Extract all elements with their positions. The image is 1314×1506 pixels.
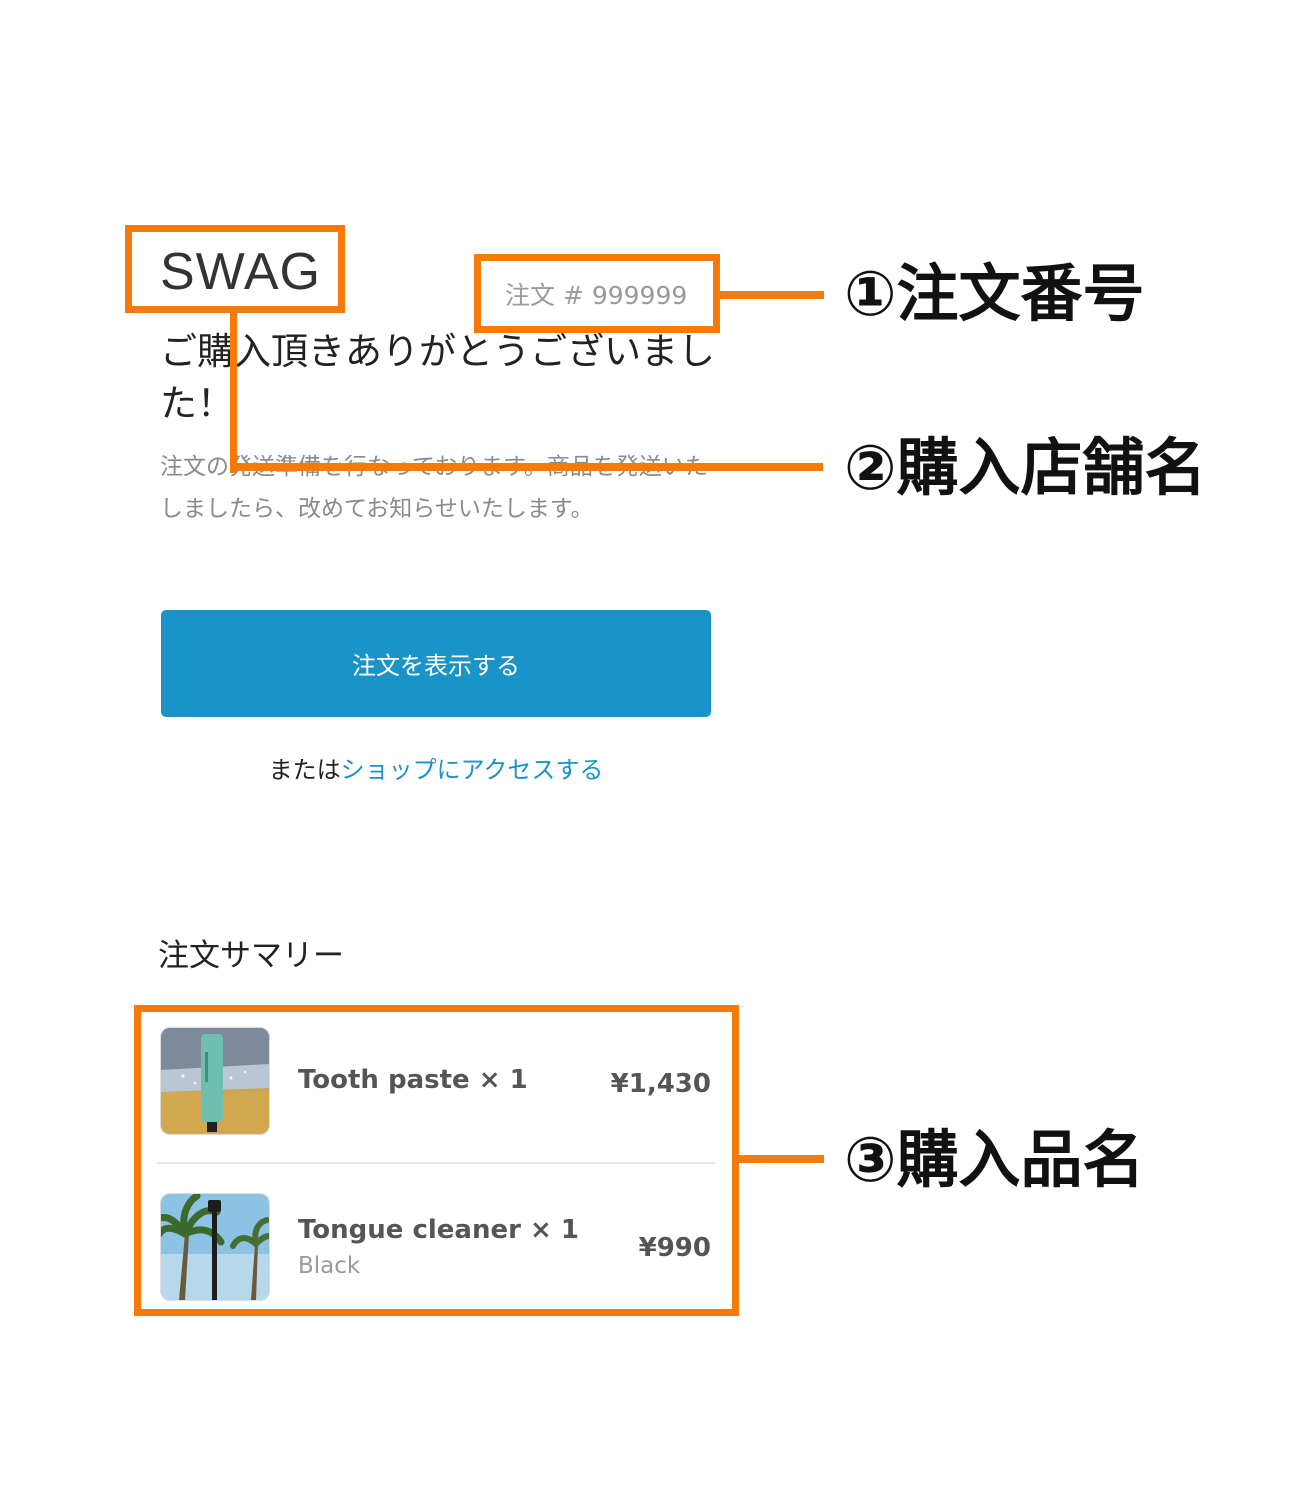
visit-shop-link[interactable]: ショップにアクセスする: [341, 756, 604, 784]
order-number-highlight-box: [474, 254, 720, 333]
or-text: または: [268, 756, 341, 784]
thank-you-title: ご購入頂きありがとうございました！: [160, 330, 715, 425]
thank-you-message: 注文の発送準備を行なっております。商品を発送いたしましたら、改めてお知らせいたし…: [160, 454, 708, 522]
annotation-label-store-name: ②購入店舗名: [844, 431, 1207, 504]
order-number-connector: [720, 291, 824, 299]
store-name-connector-vertical: [230, 313, 237, 473]
annotation-label-order-number: ①注文番号: [844, 257, 1145, 330]
items-connector: [739, 1155, 824, 1163]
items-highlight-box: [134, 1005, 739, 1316]
annotation-label-items: ③購入品名: [844, 1123, 1145, 1196]
visit-shop-line: またはショップにアクセスする: [161, 752, 711, 788]
store-name-highlight-box: [125, 225, 345, 313]
order-summary-heading: 注文サマリー: [158, 938, 344, 974]
view-order-button[interactable]: 注文を表示する: [161, 610, 711, 717]
store-name-connector-horizontal: [230, 463, 823, 471]
